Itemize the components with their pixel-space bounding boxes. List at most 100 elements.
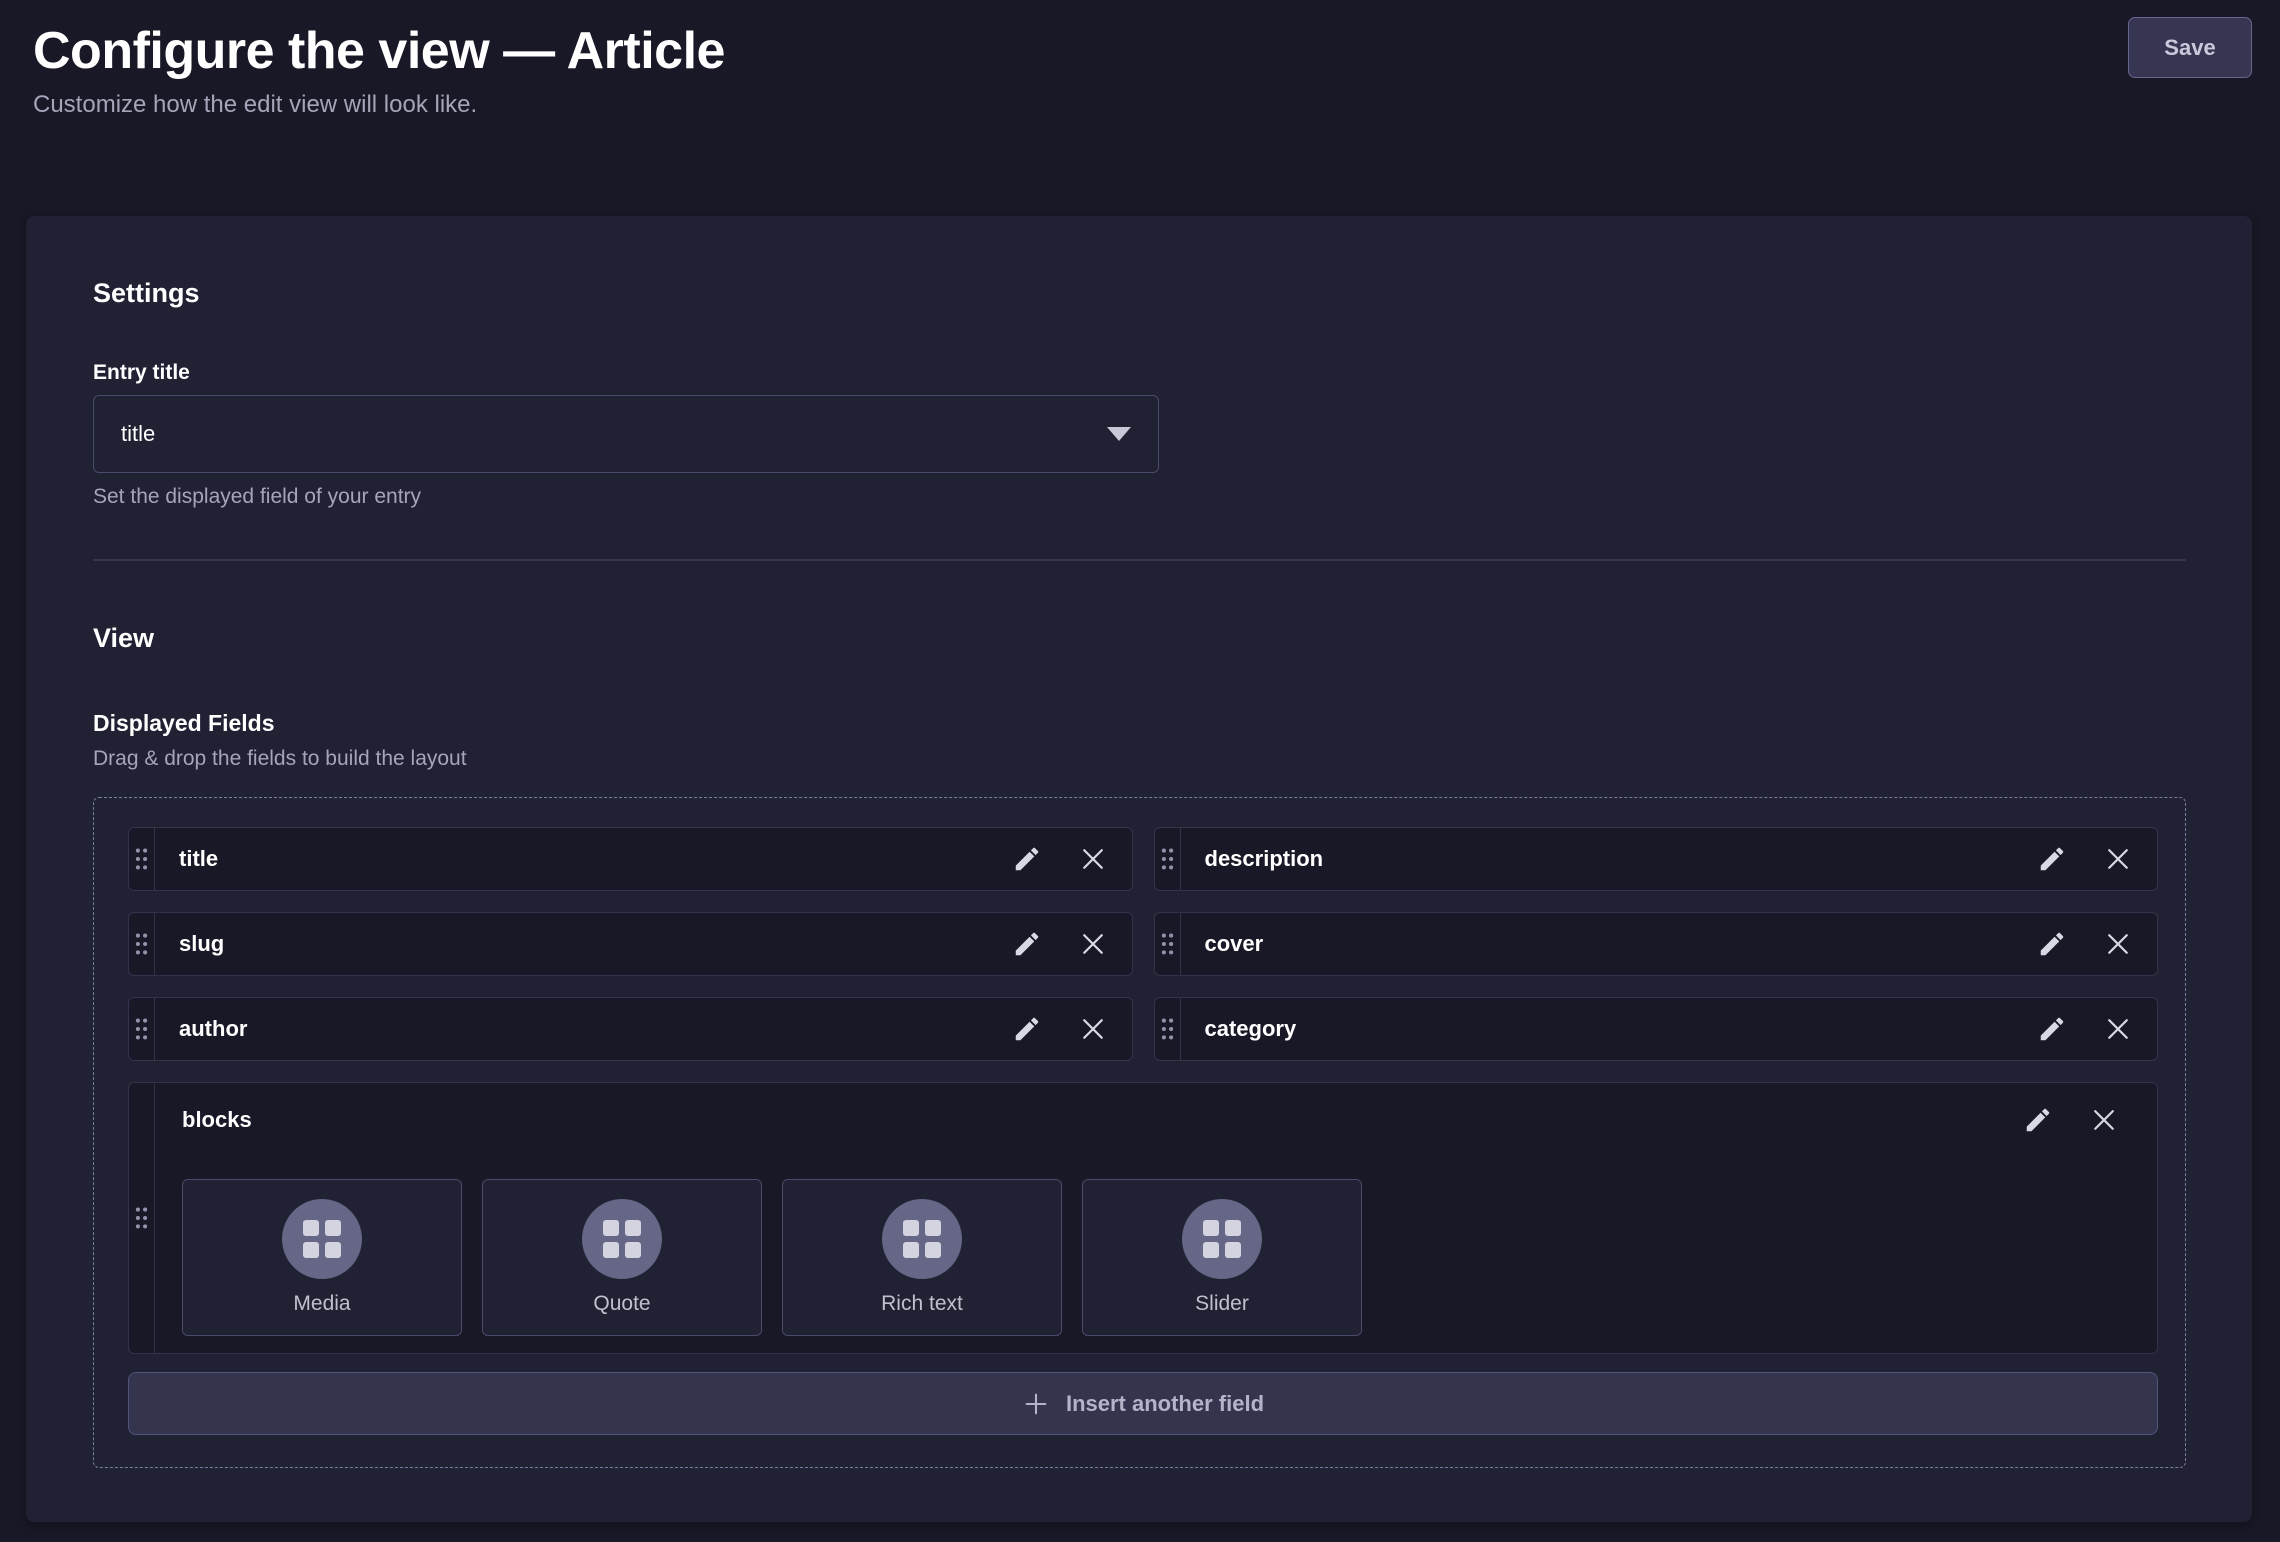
grid-icon	[303, 1220, 341, 1258]
component-circle	[882, 1199, 962, 1279]
entry-title-group: Entry title title Set the displayed fiel…	[93, 361, 2186, 509]
drag-handle-icon	[134, 1206, 149, 1230]
cross-icon	[2103, 844, 2133, 874]
cross-icon	[1078, 929, 1108, 959]
drag-handle-icon	[134, 847, 149, 871]
pencil-icon	[2023, 1105, 2053, 1135]
drag-handle[interactable]	[129, 1083, 155, 1353]
remove-field-button[interactable]	[1076, 1012, 1110, 1046]
edit-field-button[interactable]	[1010, 1012, 1044, 1046]
edit-field-button[interactable]	[2035, 842, 2069, 876]
field-row[interactable]: author	[128, 997, 1133, 1061]
component-circle	[1182, 1199, 1262, 1279]
component-label: Rich text	[881, 1292, 963, 1316]
page-header: Configure the view — Article Customize h…	[0, 0, 2280, 216]
field-row[interactable]: slug	[128, 912, 1133, 976]
grid-icon	[1203, 1220, 1241, 1258]
entry-title-select[interactable]: title	[93, 395, 1159, 473]
pencil-icon	[2037, 844, 2067, 874]
edit-field-button[interactable]	[2035, 927, 2069, 961]
field-label: slug	[179, 931, 1010, 957]
pencil-icon	[2037, 1014, 2067, 1044]
edit-field-button[interactable]	[1010, 842, 1044, 876]
drag-handle[interactable]	[1155, 828, 1181, 890]
fields-dropzone: title	[93, 797, 2186, 1468]
drag-handle-icon	[1160, 847, 1175, 871]
drag-handle-icon	[134, 932, 149, 956]
field-row-body: slug	[155, 913, 1132, 975]
component-label: Media	[293, 1292, 350, 1316]
component-label: Quote	[593, 1292, 650, 1316]
cross-icon	[2089, 1105, 2119, 1135]
component-card[interactable]: Rich text	[782, 1179, 1062, 1336]
grid-icon	[603, 1220, 641, 1258]
save-button[interactable]: Save	[2128, 17, 2252, 78]
pencil-icon	[1012, 1014, 1042, 1044]
drag-handle[interactable]	[129, 913, 155, 975]
entry-title-label: Entry title	[93, 361, 2186, 385]
field-label: cover	[1205, 931, 2036, 957]
settings-heading: Settings	[93, 278, 2186, 309]
pencil-icon	[1012, 844, 1042, 874]
cross-icon	[1078, 844, 1108, 874]
entry-title-select-value: title	[121, 421, 155, 447]
field-row[interactable]: title	[128, 827, 1133, 891]
drag-handle[interactable]	[129, 998, 155, 1060]
field-label: author	[179, 1016, 1010, 1042]
blocks-card[interactable]: blocks	[128, 1082, 2158, 1354]
drag-handle[interactable]	[1155, 998, 1181, 1060]
field-row-body: author	[155, 998, 1132, 1060]
field-label: category	[1205, 1016, 2036, 1042]
remove-field-button[interactable]	[1076, 842, 1110, 876]
field-row-body: category	[1181, 998, 2158, 1060]
page-subtitle: Customize how the edit view will look li…	[33, 91, 2252, 119]
insert-field-button[interactable]: Insert another field	[128, 1372, 2158, 1435]
component-card[interactable]: Quote	[482, 1179, 762, 1336]
caret-down-icon	[1107, 427, 1131, 441]
blocks-body: blocks	[155, 1083, 2157, 1353]
edit-field-button[interactable]	[1010, 927, 1044, 961]
field-row[interactable]: cover	[1154, 912, 2159, 976]
remove-field-button[interactable]	[2101, 927, 2135, 961]
blocks-header: blocks	[182, 1103, 2121, 1137]
page-title: Configure the view — Article	[33, 21, 2252, 82]
drag-handle[interactable]	[1155, 913, 1181, 975]
cross-icon	[2103, 929, 2133, 959]
field-row-body: description	[1181, 828, 2158, 890]
field-row[interactable]: description	[1154, 827, 2159, 891]
pencil-icon	[1012, 929, 1042, 959]
field-label: title	[179, 846, 1010, 872]
cross-icon	[2103, 1014, 2133, 1044]
entry-title-hint: Set the displayed field of your entry	[93, 485, 2186, 509]
component-card[interactable]: Media	[182, 1179, 462, 1336]
field-row[interactable]: category	[1154, 997, 2159, 1061]
field-label: description	[1205, 846, 2036, 872]
plus-icon	[1022, 1390, 1050, 1418]
drag-handle-icon	[1160, 932, 1175, 956]
remove-field-button[interactable]	[1076, 927, 1110, 961]
field-label: blocks	[182, 1107, 2021, 1133]
fields-grid: title	[128, 827, 2158, 1354]
pencil-icon	[2037, 929, 2067, 959]
edit-field-button[interactable]	[2021, 1103, 2055, 1137]
field-row-body: title	[155, 828, 1132, 890]
remove-field-button[interactable]	[2101, 842, 2135, 876]
component-circle	[282, 1199, 362, 1279]
component-card[interactable]: Slider	[1082, 1179, 1362, 1336]
configure-panel: Settings Entry title title Set the displ…	[26, 216, 2252, 1522]
drag-handle-icon	[1160, 1017, 1175, 1041]
drag-handle-icon	[134, 1017, 149, 1041]
insert-field-button-label: Insert another field	[1066, 1391, 1264, 1417]
section-divider	[93, 559, 2186, 561]
remove-field-button[interactable]	[2101, 1012, 2135, 1046]
drag-handle[interactable]	[129, 828, 155, 890]
component-circle	[582, 1199, 662, 1279]
component-label: Slider	[1195, 1292, 1249, 1316]
cross-icon	[1078, 1014, 1108, 1044]
field-row-body: cover	[1181, 913, 2158, 975]
edit-field-button[interactable]	[2035, 1012, 2069, 1046]
view-heading: View	[93, 623, 2186, 654]
grid-icon	[903, 1220, 941, 1258]
remove-field-button[interactable]	[2087, 1103, 2121, 1137]
displayed-fields-label: Displayed Fields	[93, 710, 2186, 737]
